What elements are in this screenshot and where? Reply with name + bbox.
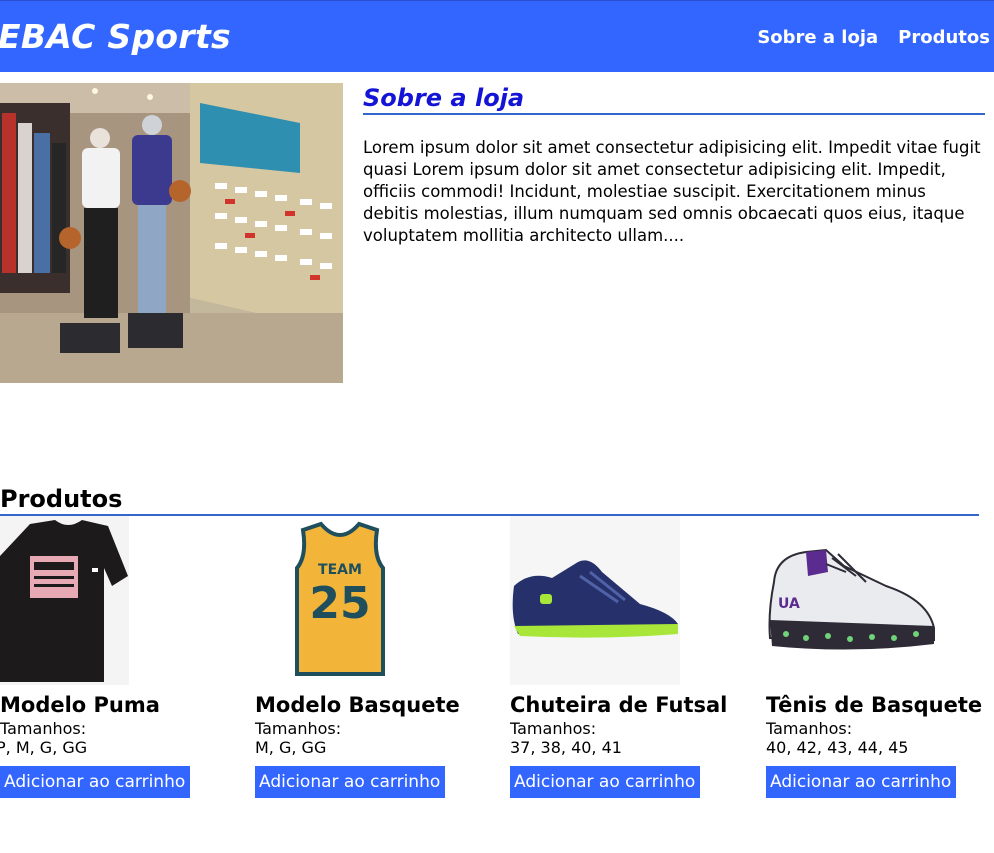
nav-link-produtos[interactable]: Produtos <box>898 27 990 48</box>
product-sizes: 37, 38, 40, 41 <box>510 738 622 757</box>
product-image-tshirt <box>0 516 170 685</box>
product-card: Modelo Puma Tamanhos: P, M, G, GG Adicio… <box>0 516 245 798</box>
product-sizes: 40, 42, 43, 44, 45 <box>766 738 909 757</box>
add-to-cart-button[interactable]: Adicionar ao carrinho <box>510 766 701 798</box>
product-card: UA Tênis de Basquete Tamanhos: 40, 42, 4… <box>766 516 994 798</box>
product-sizes-label: Tamanhos: <box>255 719 342 738</box>
product-name: Tênis de Basquete <box>766 693 983 717</box>
product-card: TEAM 25 Modelo Basquete Tamanhos: M, G, … <box>255 516 500 798</box>
brand-logo[interactable]: EBAC Sports <box>0 17 231 56</box>
add-to-cart-button[interactable]: Adicionar ao carrinho <box>255 766 446 798</box>
about-title: Sobre a loja <box>363 83 985 115</box>
add-to-cart-button[interactable]: Adicionar ao carrinho <box>0 766 191 798</box>
about-text: Lorem ipsum dolor sit amet consectetur a… <box>363 138 981 245</box>
product-sizes-label: Tamanhos: <box>510 719 597 738</box>
product-sizes: P, M, G, GG <box>0 738 88 757</box>
product-image-jersey: TEAM 25 <box>255 516 425 685</box>
product-sizes-label: Tamanhos: <box>766 719 853 738</box>
about-section: Sobre a loja Lorem ipsum dolor sit amet … <box>363 83 985 247</box>
nav-link-sobre[interactable]: Sobre a loja <box>757 27 878 48</box>
product-name: Chuteira de Futsal <box>510 693 728 717</box>
product-name: Modelo Basquete <box>255 693 460 717</box>
main-nav: Sobre a loja Produtos <box>757 27 990 48</box>
product-image-basketball-shoe: UA <box>766 516 936 685</box>
jersey-number-text: 25 <box>309 578 370 629</box>
svg-text:UA: UA <box>778 596 800 612</box>
jersey-team-text: TEAM <box>318 562 362 578</box>
product-image-futsal-shoe <box>510 516 680 685</box>
add-to-cart-button[interactable]: Adicionar ao carrinho <box>766 766 957 798</box>
product-sizes: M, G, GG <box>255 738 327 757</box>
products-title: Produtos <box>0 484 979 516</box>
site-header: EBAC Sports Sobre a loja Produtos <box>0 0 994 72</box>
store-photo <box>0 83 343 383</box>
product-sizes-label: Tamanhos: <box>0 719 87 738</box>
product-card: Chuteira de Futsal Tamanhos: 37, 38, 40,… <box>510 516 755 798</box>
product-name: Modelo Puma <box>0 693 160 717</box>
